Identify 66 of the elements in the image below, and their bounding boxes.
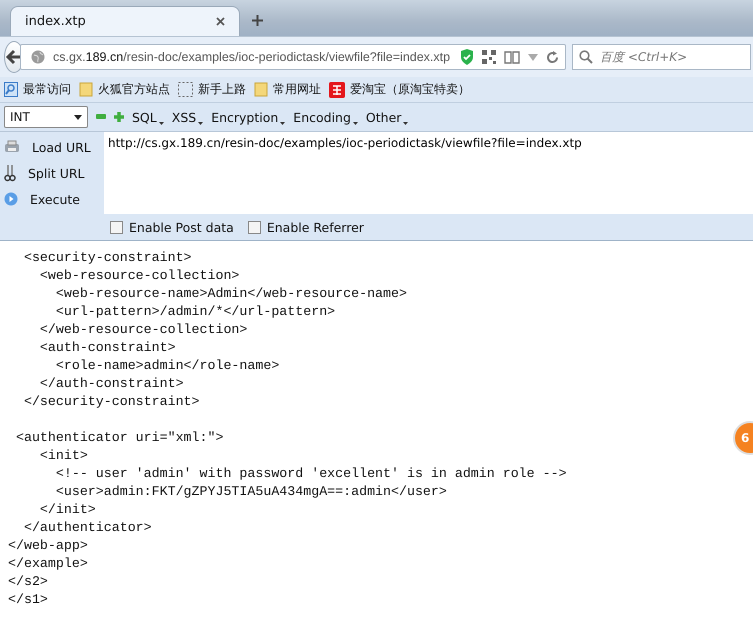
code-line: <web-resource-collection> [38, 268, 240, 283]
bookmark-item[interactable]: 火狐官方站点 [79, 81, 170, 98]
code-line: </authenticator> [22, 520, 152, 535]
code-line: <!-- user 'admin' with password 'excellent' is in admin role --> [54, 466, 567, 481]
action-button[interactable]: Execute [24, 192, 80, 206]
menu-button[interactable]: SQL [132, 110, 164, 124]
code-line: <init> [38, 448, 88, 463]
bookmark-item[interactable]: 常用网址 [254, 81, 321, 98]
caret-icon [158, 122, 164, 124]
checkbox-label: Enable Referrer [266, 220, 364, 234]
code-line: </web-app> [8, 538, 88, 553]
shield-check-icon[interactable] [460, 49, 474, 65]
menu-button[interactable]: XSS [172, 110, 204, 124]
action-button[interactable]: Split URL [22, 166, 84, 180]
magnifier-page-icon [4, 82, 18, 97]
caret-icon [74, 114, 82, 120]
book-icon[interactable] [504, 50, 520, 64]
caret-icon [198, 122, 204, 124]
code-line: </web-resource-collection> [38, 322, 248, 337]
type-select[interactable]: INT [4, 106, 88, 128]
caret-icon [403, 122, 408, 124]
plus-icon[interactable] [114, 112, 124, 122]
minus-icon[interactable] [96, 114, 106, 120]
bookmark-item[interactable]: 最常访问 [4, 81, 71, 98]
browser-tab[interactable]: index.xtp [10, 6, 240, 36]
menu-button[interactable]: Other [366, 110, 408, 124]
back-arrow-icon [5, 49, 23, 65]
checkbox[interactable] [110, 220, 123, 234]
code-line: <auth-constraint> [38, 340, 176, 355]
menu-button[interactable]: Encryption [211, 110, 286, 124]
close-icon[interactable] [216, 17, 225, 26]
bookmark-item[interactable]: 爱淘宝（原淘宝特卖） [329, 81, 470, 98]
code-line: </s2> [8, 574, 48, 589]
folder-icon [254, 82, 268, 97]
action-button[interactable]: Load URL [26, 140, 91, 154]
url-text: cs.gx.189.cn/resin-doc/examples/ioc-periodictask/viewfile?file=index.xtp [53, 50, 452, 64]
caret-icon [280, 122, 286, 124]
bookmark-item[interactable]: 新手上路 [178, 81, 246, 98]
checkbox[interactable] [248, 220, 261, 234]
code-line: <user>admin:FKT/gZPYJ5TIA5uA434mgA==:admin</user> [54, 484, 447, 499]
code-line: <authenticator uri="xml:"> [14, 430, 224, 445]
dashed-square-icon [178, 82, 193, 97]
code-line: </s1> [8, 592, 48, 607]
code-line: <web-resource-name>Admin</web-resource-name> [54, 286, 407, 301]
code-line: </example> [8, 556, 88, 571]
url-input-field[interactable]: http://cs.gx.189.cn/resin-doc/examples/ioc-periodictask/viewfile?file=index.xtp [104, 132, 753, 214]
menu-button[interactable]: Encoding [293, 110, 358, 124]
search-field[interactable]: 百度 <Ctrl+K> [572, 44, 751, 70]
caret-icon [352, 122, 358, 124]
printer-icon [4, 140, 20, 154]
dropdown-icon[interactable] [528, 54, 538, 60]
scissors-icon [4, 164, 16, 182]
code-line: </auth-constraint> [38, 376, 184, 391]
code-line: <url-pattern>/admin/*</url-pattern> [54, 304, 336, 319]
code-line: <role-name>admin</role-name> [54, 358, 280, 373]
code-line: </init> [38, 502, 96, 517]
reload-icon[interactable] [546, 50, 559, 64]
qr-code-icon[interactable] [482, 50, 496, 64]
folder-icon [79, 82, 93, 97]
globe-icon [31, 50, 45, 64]
play-circle-icon [4, 192, 18, 206]
code-line: </security-constraint> [22, 394, 200, 409]
checkbox-label: Enable Post data [129, 220, 234, 234]
new-tab-icon[interactable] [252, 15, 263, 26]
address-bar[interactable]: cs.gx.189.cn/resin-doc/examples/ioc-periodictask/viewfile?file=index.xtp [20, 44, 566, 70]
code-line: <security-constraint> [22, 250, 192, 265]
